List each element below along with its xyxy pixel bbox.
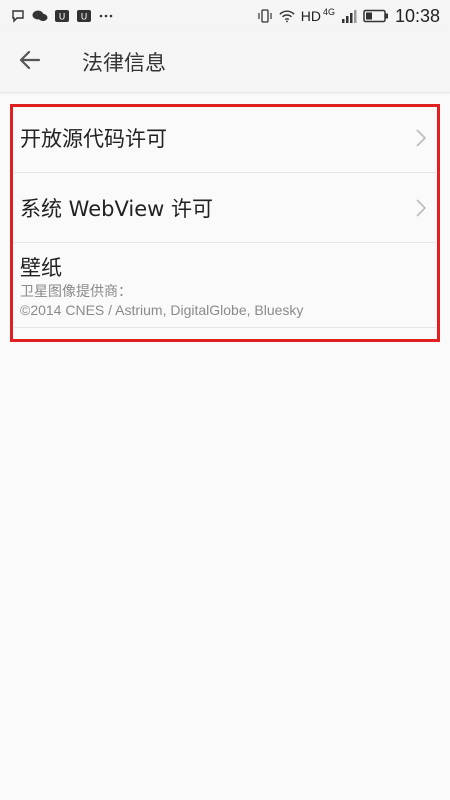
- list-item-label: 开放源代码许可: [20, 126, 167, 151]
- arrow-left-icon: [19, 50, 41, 73]
- list-item-open-source-licenses[interactable]: 开放源代码许可: [14, 103, 436, 173]
- app-bar: 法律信息: [0, 32, 450, 92]
- network-type: 4G: [322, 7, 335, 17]
- wallpaper-credits: ©2014 CNES / Astrium, DigitalGlobe, Blue…: [20, 302, 304, 318]
- signal-icon: [341, 8, 357, 24]
- chevron-right-icon: [414, 127, 428, 149]
- battery-icon: [363, 8, 389, 24]
- list-item-webview-licenses[interactable]: 系统 WebView 许可: [14, 173, 436, 243]
- chevron-right-icon: [414, 197, 428, 219]
- wifi-icon: [279, 8, 295, 24]
- list-item-wallpaper: 壁纸 卫星图像提供商： ©2014 CNES / Astrium, Digita…: [14, 243, 436, 328]
- wallpaper-provider-label: 卫星图像提供商：: [20, 283, 132, 299]
- wechat-icon: [32, 8, 48, 24]
- chat-bubble-icon: [10, 8, 26, 24]
- legal-info-list: 开放源代码许可 系统 WebView 许可 壁纸 卫星图像提供商： ©2014 …: [14, 103, 436, 328]
- app-badge-icon: U: [76, 8, 92, 24]
- app-badge-icon: U: [54, 8, 70, 24]
- vibrate-icon: [257, 8, 273, 24]
- more-dots-icon: [98, 8, 114, 24]
- svg-text:U: U: [81, 13, 88, 23]
- clock: 10:38: [394, 5, 440, 26]
- svg-text:U: U: [59, 13, 66, 23]
- status-bar: U U HD 4G 10:38: [0, 0, 450, 32]
- status-bar-right: HD 4G 10:38: [257, 6, 440, 27]
- network-label: HD: [300, 8, 321, 24]
- status-bar-left: U U: [10, 8, 114, 24]
- back-button[interactable]: [0, 32, 60, 92]
- list-item-label: 系统 WebView 许可: [20, 196, 213, 221]
- list-item-label: 壁纸: [20, 256, 62, 280]
- page-title: 法律信息: [82, 51, 166, 75]
